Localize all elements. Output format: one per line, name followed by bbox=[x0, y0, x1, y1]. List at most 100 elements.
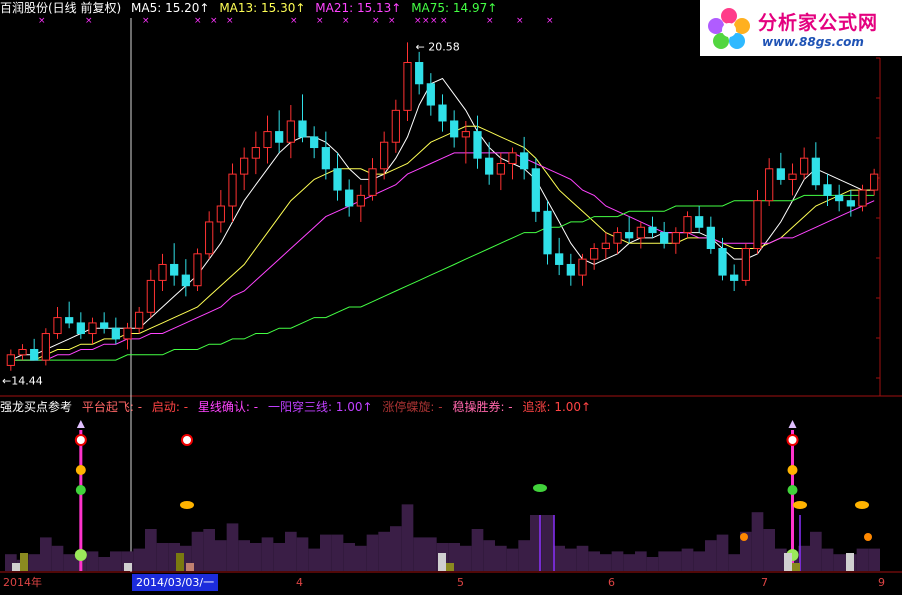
indicator-star-confirm: 星线确认: - bbox=[197, 400, 259, 414]
volume-box bbox=[186, 563, 194, 571]
candle-up bbox=[41, 333, 50, 361]
candle-up bbox=[193, 253, 202, 287]
indicator-chase: 追涨: 1.00↑ bbox=[522, 400, 592, 414]
candle-down bbox=[823, 184, 832, 196]
top-marker-8: × bbox=[342, 16, 350, 26]
indicator-bar bbox=[331, 534, 344, 571]
indicator-bar bbox=[705, 540, 717, 571]
top-marker-5: × bbox=[226, 16, 234, 26]
volume-box bbox=[176, 553, 184, 571]
signal-apple-icon bbox=[74, 549, 87, 561]
indicator-bar bbox=[623, 554, 635, 571]
indicator-title: 强龙买点参考 bbox=[0, 400, 73, 414]
extra-dot-icon bbox=[864, 533, 872, 541]
candle-down bbox=[76, 322, 85, 335]
indicator-bar bbox=[238, 540, 250, 571]
indicator-bar bbox=[355, 545, 367, 571]
indicator-bar bbox=[296, 537, 309, 571]
candle-up bbox=[216, 205, 225, 223]
extra-cross-icon bbox=[181, 434, 193, 446]
indicator-bar bbox=[40, 537, 52, 571]
indicator-bar bbox=[751, 512, 764, 571]
indicator-one-yang: 一阳穿三线: 1.00↑ bbox=[267, 400, 373, 414]
high-label: ← 20.58 bbox=[416, 40, 460, 53]
candle-up bbox=[788, 173, 797, 180]
candle-up bbox=[870, 173, 879, 191]
indicator-sure-win: 稳操胜券: - bbox=[452, 400, 513, 414]
candle-up bbox=[380, 141, 389, 170]
candle-up bbox=[800, 157, 809, 175]
candle-up bbox=[18, 348, 27, 356]
candle-down bbox=[835, 194, 844, 202]
candle-down bbox=[321, 147, 330, 170]
indicator-bar bbox=[413, 537, 425, 571]
signal-up-icon bbox=[75, 465, 86, 475]
volume-box bbox=[784, 553, 792, 571]
indicator-bar bbox=[86, 551, 99, 571]
candle-up bbox=[228, 173, 237, 207]
candle-up bbox=[391, 109, 400, 143]
indicator-bar bbox=[541, 515, 554, 571]
candle-down bbox=[111, 327, 120, 340]
top-marker-17: × bbox=[546, 16, 554, 26]
indicator-bar bbox=[763, 529, 775, 571]
logo-title: 分析家公式网 bbox=[758, 12, 879, 34]
low-label: ←14.44 bbox=[2, 375, 43, 388]
candle-down bbox=[566, 263, 575, 276]
top-marker-9: × bbox=[372, 16, 380, 26]
candle-up bbox=[146, 279, 155, 313]
indicator-bar bbox=[495, 545, 507, 571]
candle-up bbox=[135, 311, 144, 329]
indicator-bar bbox=[810, 531, 822, 571]
top-marker-4: × bbox=[210, 16, 218, 26]
site-logo[interactable]: 分析家公式网 www.88gs.com bbox=[700, 0, 902, 56]
extra-dot-icon bbox=[740, 533, 748, 541]
candle-down bbox=[846, 200, 855, 207]
candle-up bbox=[683, 216, 692, 234]
indicator-bar bbox=[868, 548, 880, 571]
candle-down bbox=[426, 83, 435, 106]
candle-down bbox=[450, 120, 459, 138]
indicator-bar bbox=[833, 554, 845, 571]
price-chart[interactable]: × × × × × × × × × × × × × × × × × ×← 20.58←14.44 bbox=[0, 0, 902, 591]
candle-up bbox=[205, 221, 214, 255]
indicator-platform: 平台起飞: - bbox=[81, 400, 143, 414]
top-marker-11: × bbox=[414, 16, 422, 26]
candle-up bbox=[6, 354, 15, 366]
indicator-start: 启动: - bbox=[151, 400, 189, 414]
x-label-selected[interactable]: 2014/03/03/一 bbox=[132, 574, 219, 591]
candle-up bbox=[636, 226, 645, 239]
indicator-bar bbox=[518, 540, 530, 571]
indicator-bar bbox=[821, 548, 834, 571]
top-marker-7: × bbox=[316, 16, 324, 26]
extra-gem-icon bbox=[793, 501, 807, 509]
signal-cross-icon bbox=[74, 434, 87, 446]
extra-gem-icon bbox=[855, 501, 869, 509]
indicator-bar bbox=[506, 548, 519, 571]
candle-up bbox=[368, 168, 377, 196]
chart-window[interactable]: × × × × × × × × × × × × × × × × × × ← 20.58 ←14.44 百润股份(日线 … bbox=[0, 0, 902, 591]
top-marker-1: × bbox=[85, 16, 93, 26]
indicator-bar bbox=[716, 534, 729, 571]
candle-down bbox=[415, 62, 424, 85]
indicator-bar bbox=[308, 548, 320, 571]
indicator-bar bbox=[51, 545, 64, 571]
candle-down bbox=[275, 131, 284, 143]
x-axis: 2014年 2014/03/03/一 4 5 6 7 9 bbox=[0, 574, 902, 591]
indicator-bar bbox=[693, 551, 705, 571]
candle-down bbox=[65, 317, 74, 324]
candle-up bbox=[753, 200, 762, 250]
indicator-bar bbox=[471, 529, 484, 571]
top-marker-15: × bbox=[486, 16, 494, 26]
volume-box bbox=[12, 563, 20, 571]
candle-up bbox=[461, 131, 470, 138]
volume-box bbox=[792, 563, 800, 571]
indicator-bar bbox=[646, 557, 659, 571]
extra-gem-icon bbox=[180, 501, 194, 509]
indicator-bar bbox=[215, 540, 227, 571]
ma21-label: MA21: 15.13↑ bbox=[315, 1, 402, 15]
top-marker-16: × bbox=[516, 16, 524, 26]
top-marker-3: × bbox=[194, 16, 202, 26]
candle-down bbox=[170, 263, 179, 276]
ma13-label: MA13: 15.30↑ bbox=[219, 1, 306, 15]
